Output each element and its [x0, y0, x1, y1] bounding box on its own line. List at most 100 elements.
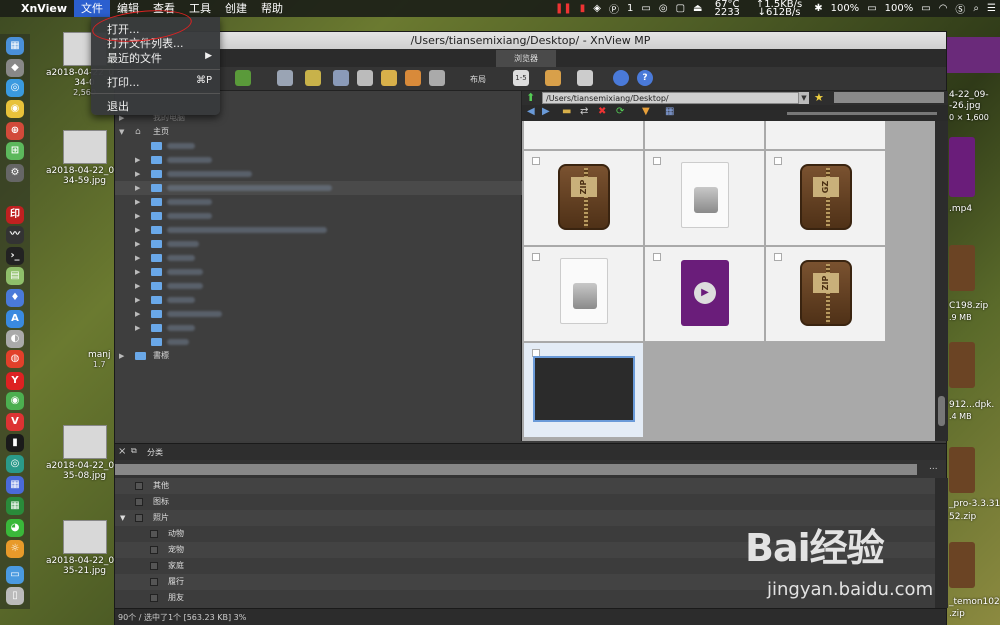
tab-browser[interactable]: 浏览器 — [496, 50, 556, 67]
chrome2-icon[interactable]: ◉ — [6, 392, 24, 410]
sync-icon[interactable]: ◎ — [655, 3, 672, 14]
thumbnail-item[interactable]: ▶ — [645, 247, 765, 342]
tool-folder-icon[interactable] — [305, 70, 321, 86]
path-dropdown-icon[interactable]: ▼ — [799, 92, 809, 104]
category-checkbox[interactable] — [150, 530, 158, 538]
pdf-icon[interactable]: ▮ — [576, 3, 590, 14]
p-icon[interactable]: Ⓟ — [605, 1, 623, 16]
thumbnail-item[interactable]: ZIP — [524, 151, 644, 246]
tree-item[interactable]: ▶ — [115, 293, 522, 307]
s-icon[interactable]: Ⓢ — [951, 1, 969, 16]
tool-print-icon[interactable] — [357, 70, 373, 86]
desktop-file-2[interactable]: a2018-04-22_09- 34-59.jpg — [46, 130, 123, 186]
temp-readout[interactable]: 67°C 2233 — [706, 0, 747, 17]
search-icon[interactable]: ⌕ — [969, 3, 983, 14]
battery-2[interactable]: 100% — [881, 3, 918, 14]
menu-item-recent-files[interactable]: 最近的文件 — [107, 50, 162, 66]
desktop-thumb[interactable] — [947, 37, 1000, 73]
select-checkbox[interactable] — [532, 253, 540, 261]
tree-item[interactable]: ▶ — [115, 167, 522, 181]
app-teal-icon[interactable]: ◎ — [6, 455, 24, 473]
pause-icon[interactable]: ❚❚ — [551, 3, 576, 14]
collapse-arrow-icon[interactable]: ▼ — [119, 125, 124, 139]
thumbnail-partial[interactable] — [645, 121, 765, 150]
zip-file-icon[interactable] — [949, 447, 975, 493]
settings-icon[interactable]: ⚙ — [6, 164, 24, 182]
tree-item[interactable]: ▶ — [115, 251, 522, 265]
category-checkbox[interactable] — [135, 514, 143, 522]
tool-compare-icon[interactable] — [429, 70, 445, 86]
tree-item-selected[interactable]: ▶ — [115, 181, 522, 195]
category-item[interactable]: 其他 — [115, 478, 935, 494]
v-icon[interactable]: ◈ — [589, 3, 605, 14]
folder-icon[interactable]: ▭ — [6, 566, 24, 584]
panel-float-icon[interactable]: ⧉ — [131, 446, 137, 456]
video-file-icon[interactable] — [949, 137, 975, 197]
tree-item[interactable] — [115, 139, 522, 153]
terminal-icon[interactable]: ›_ — [6, 247, 24, 265]
category-checkbox[interactable] — [150, 546, 158, 554]
desktop-file-label[interactable]: C198.zip — [949, 301, 988, 311]
trash-icon[interactable]: ▯ — [6, 587, 24, 605]
battery-1[interactable]: 100% — [827, 3, 864, 14]
finder-icon[interactable]: ▦ — [6, 37, 24, 55]
desktop-file-label[interactable]: -26.jpg — [949, 101, 981, 111]
zip-file-icon[interactable] — [949, 245, 975, 291]
select-checkbox[interactable] — [532, 157, 540, 165]
tool-image-icon[interactable] — [235, 70, 251, 86]
move-icon[interactable]: ⇄ — [580, 106, 588, 117]
category-checkbox[interactable] — [135, 482, 143, 490]
desktop-file-label[interactable]: 912...dpk. — [949, 400, 994, 410]
tree-item[interactable]: ▶ — [115, 307, 522, 321]
category-checkbox[interactable] — [150, 578, 158, 586]
layout-menu[interactable]: 布局 — [470, 74, 486, 85]
app-seal-icon[interactable]: 印 — [6, 206, 24, 224]
badge-count[interactable]: 1 — [623, 3, 637, 14]
search-input[interactable] — [834, 92, 944, 103]
appstore-icon[interactable]: A — [6, 310, 24, 328]
expand-arrow-icon[interactable]: ▶ — [119, 349, 124, 363]
tree-item[interactable]: ▶ — [115, 321, 522, 335]
android-icon[interactable]: ⊞ — [6, 142, 24, 160]
tree-item[interactable]: ▶ — [115, 237, 522, 251]
wifi-icon[interactable]: ◠ — [935, 3, 952, 14]
help-icon[interactable]: ? — [637, 70, 653, 86]
display-icon[interactable]: ▢ — [672, 3, 689, 14]
tree-item[interactable]: ▶ — [115, 209, 522, 223]
grid-view-icon[interactable]: ▦ — [665, 106, 674, 117]
zip-file-icon[interactable] — [949, 342, 975, 388]
airplay-icon[interactable]: ⏏ — [689, 3, 706, 14]
category-checkbox[interactable] — [150, 562, 158, 570]
category-checkbox[interactable] — [135, 498, 143, 506]
filter-icon[interactable]: ▼ — [642, 106, 650, 117]
preview-icon[interactable]: ▤ — [6, 267, 24, 285]
tool-sort-icon[interactable] — [545, 70, 561, 86]
select-checkbox[interactable] — [774, 253, 782, 261]
desktop-file-label[interactable]: 4-22_09- — [949, 90, 989, 100]
app-gray-icon[interactable]: ◐ — [6, 330, 24, 348]
wechat-icon[interactable]: ◕ — [6, 519, 24, 537]
desktop-file-3[interactable]: manj 1.7 — [88, 350, 111, 369]
vivaldi-icon[interactable]: V — [6, 413, 24, 431]
tool-filter-icon[interactable] — [577, 70, 593, 86]
table-icon[interactable]: ▦ — [6, 497, 24, 515]
desktop-file-label[interactable]: .mp4 — [949, 204, 972, 214]
tree-item[interactable] — [115, 335, 522, 349]
menu-help[interactable]: 帮助 — [254, 0, 290, 17]
app-red-icon[interactable]: ⊕ — [6, 122, 24, 140]
tree-item[interactable]: ▶ — [115, 153, 522, 167]
list-icon[interactable]: ☰ — [983, 3, 1000, 14]
apple-menu-icon[interactable] — [0, 0, 14, 17]
menu-item-quit[interactable]: 退出 — [107, 98, 129, 114]
app-blue-icon[interactable]: ♦ — [6, 289, 24, 307]
yandex-icon[interactable]: Y — [6, 372, 24, 390]
up-arrow-icon[interactable]: ⬆ — [526, 91, 535, 104]
tree-item-bookmarks[interactable]: ▶ 書標 — [115, 349, 522, 363]
sun-icon[interactable]: ☼ — [6, 540, 24, 558]
safari-icon[interactable]: ◎ — [6, 79, 24, 97]
star-icon[interactable]: ★ — [814, 91, 824, 104]
tool-drive-icon[interactable] — [277, 70, 293, 86]
desktop-file-5[interactable]: a2018-04-22_09- 35-21.jpg — [46, 520, 123, 576]
category-menu-button[interactable]: ... — [929, 462, 938, 472]
menu-app-name[interactable]: XnView — [14, 0, 74, 17]
